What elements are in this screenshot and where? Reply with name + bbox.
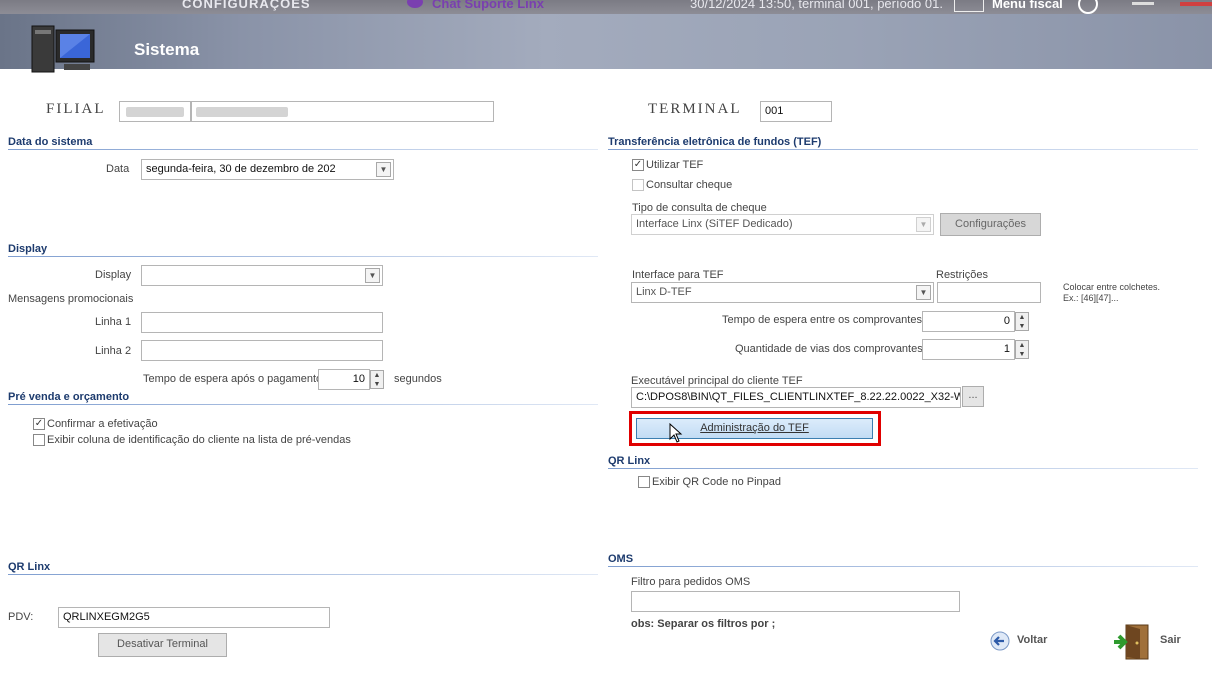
exibir-qr-checkbox[interactable] [638, 476, 650, 488]
filial-name-field[interactable] [191, 101, 494, 122]
restricoes-hint-2: Ex.: [46][47]... [1063, 293, 1119, 303]
interface-select[interactable]: Linx D-TEF ▼ [631, 282, 934, 303]
chevron-down-icon[interactable]: ▼ [365, 268, 380, 283]
linha1-label: Linha 1 [95, 316, 132, 328]
voltar-button[interactable]: Voltar [1017, 634, 1047, 646]
exit-door-icon[interactable] [1112, 623, 1152, 664]
computer-icon [30, 18, 100, 81]
tempo-espera-stepper[interactable]: ▲ ▼ [1015, 312, 1029, 331]
section-divider [608, 566, 1198, 567]
section-title: CONFIGURAÇÕES [182, 0, 311, 11]
section-divider [608, 468, 1198, 469]
close-icon[interactable] [1180, 2, 1212, 6]
data-select[interactable]: segunda-feira, 30 de dezembro de 202 ▼ [141, 159, 394, 180]
section-divider [8, 574, 598, 575]
info-icon[interactable] [1078, 0, 1098, 14]
mensagens-label: Mensagens promocionais [8, 293, 134, 305]
mouse-cursor-icon [669, 422, 683, 446]
exibir-coluna-label: Exibir coluna de identificação do client… [47, 434, 351, 446]
exibir-coluna-checkbox[interactable] [33, 434, 45, 446]
sair-button[interactable]: Sair [1160, 634, 1181, 646]
terminal-label: TERMINAL [648, 101, 742, 117]
oms-obs-text: obs: Separar os filtros por ; [631, 618, 776, 630]
configuracoes-button[interactable]: Configurações [940, 213, 1041, 236]
section-divider [8, 149, 598, 150]
qr-linx-right-section: QR Linx [608, 455, 651, 467]
restricoes-label: Restrições [936, 269, 988, 281]
oms-section: OMS [608, 553, 634, 565]
status-text: 30/12/2024 13:50, terminal 001, período … [690, 0, 943, 11]
chat-icon[interactable] [406, 0, 424, 13]
filtro-oms-label: Filtro para pedidos OMS [631, 576, 751, 588]
chevron-down-icon[interactable]: ▼ [916, 285, 931, 300]
espera-input[interactable]: 10 [318, 369, 370, 390]
linha2-label: Linha 2 [95, 345, 132, 357]
exibir-qr-label: Exibir QR Code no Pinpad [652, 476, 782, 488]
display-select[interactable]: ▼ [141, 265, 383, 286]
linha1-input[interactable] [141, 312, 383, 333]
section-divider [8, 256, 598, 257]
confirmar-label: Confirmar a efetivação [47, 418, 158, 430]
consultar-cheque-label: Consultar cheque [646, 179, 733, 191]
chevron-down-icon[interactable]: ▼ [916, 217, 931, 232]
qr-linx-section: QR Linx [8, 561, 51, 573]
back-arrow-icon[interactable] [990, 631, 1010, 654]
tef-section: Transferência eletrônica de fundos (TEF) [608, 136, 822, 148]
executavel-input[interactable]: C:\DPOS8\BIN\QT_FILES_CLIENTLINXTEF_8.22… [631, 387, 961, 408]
chat-support-link[interactable]: Chat Suporte Linx [432, 0, 544, 11]
restricoes-input[interactable] [937, 282, 1041, 303]
filtro-oms-input[interactable] [631, 591, 960, 612]
data-label: Data [106, 163, 130, 175]
menu-fiscal-button[interactable]: Menu fiscal [992, 0, 1063, 11]
executavel-label: Executável principal do cliente TEF [631, 375, 803, 387]
qtd-vias-label: Quantidade de vias dos comprovantes [735, 343, 923, 355]
top-bar: CONFIGURAÇÕES Chat Suporte Linx 30/12/20… [0, 0, 1212, 14]
section-divider [8, 404, 598, 405]
terminal-field[interactable]: 001 [760, 101, 832, 122]
segundos-label: segundos [394, 373, 442, 385]
tipo-consulta-value: Interface Linx (SiTEF Dedicado) [636, 218, 793, 230]
espera-stepper[interactable]: ▲ ▼ [370, 370, 384, 389]
minimize-icon[interactable] [1132, 2, 1154, 5]
interface-value: Linx D-TEF [636, 286, 692, 298]
browse-button[interactable]: ... [962, 386, 984, 407]
section-divider [608, 149, 1198, 150]
page-title: Sistema [134, 40, 200, 59]
tipo-consulta-label: Tipo de consulta de cheque [632, 202, 767, 214]
qtd-vias-stepper[interactable]: ▲ ▼ [1015, 340, 1029, 359]
data-value: segunda-feira, 30 de dezembro de 202 [146, 163, 336, 175]
espera-label: Tempo de espera após o pagamento [143, 373, 323, 385]
tempo-espera-input[interactable]: 0 [922, 311, 1015, 332]
display-section: Display [8, 243, 48, 255]
desativar-terminal-button[interactable]: Desativar Terminal [98, 633, 227, 657]
tempo-espera-label: Tempo de espera entre os comprovantes [722, 314, 922, 326]
confirmar-checkbox[interactable]: ✓ [33, 418, 45, 430]
pdv-input[interactable]: QRLINXEGM2G5 [58, 607, 330, 628]
pre-venda-section: Pré venda e orçamento [8, 391, 130, 403]
restricoes-hint-1: Colocar entre colchetes. [1063, 282, 1161, 292]
consultar-cheque-checkbox[interactable] [632, 179, 644, 191]
utilizar-tef-checkbox[interactable]: ✓ [632, 159, 644, 171]
chevron-down-icon[interactable]: ▼ [376, 162, 391, 177]
linha2-input[interactable] [141, 340, 383, 361]
qtd-vias-input[interactable]: 1 [922, 339, 1015, 360]
filial-label: FILIAL [46, 101, 106, 117]
tipo-consulta-select[interactable]: Interface Linx (SiTEF Dedicado) ▼ [631, 214, 934, 235]
display-label: Display [95, 269, 132, 281]
keyboard-icon[interactable] [954, 0, 984, 12]
interface-label: Interface para TEF [632, 269, 724, 281]
page-header: Sistema [0, 14, 1212, 73]
pdv-label: PDV: [8, 611, 34, 623]
utilizar-tef-label: Utilizar TEF [646, 159, 704, 171]
data-sistema-section: Data do sistema [8, 136, 93, 148]
filial-code-field[interactable] [119, 101, 191, 122]
